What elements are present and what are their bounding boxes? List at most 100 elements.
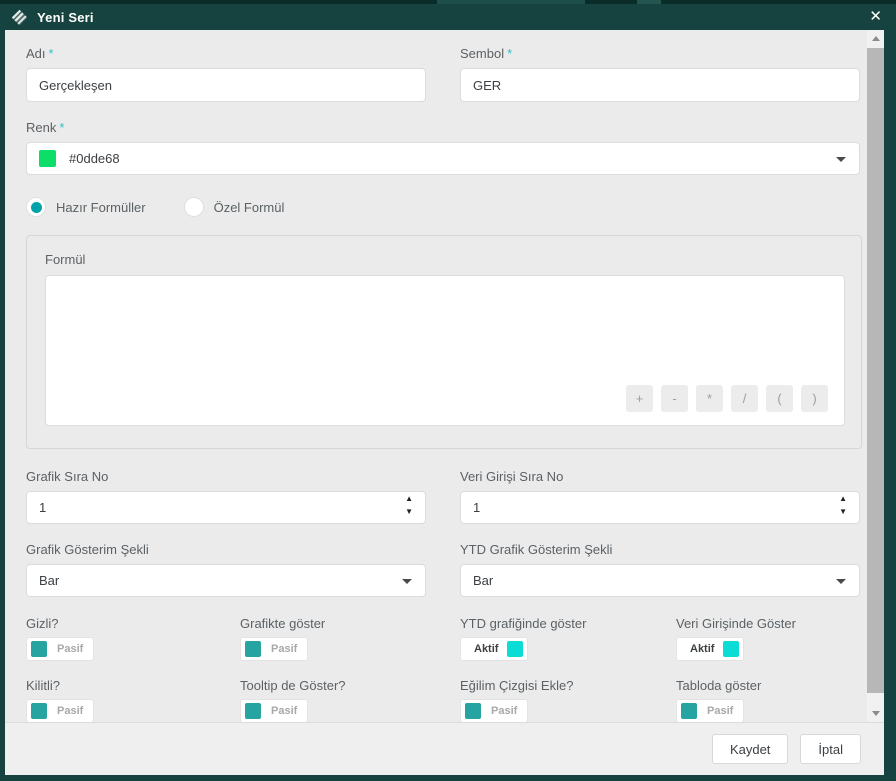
stepper-arrows: ▲ ▼	[839, 495, 847, 516]
radio-selected-icon[interactable]	[26, 197, 46, 217]
toggle-switch-veri-girisinde-goster[interactable]: Aktif	[676, 637, 744, 661]
cancel-button[interactable]: İptal	[800, 734, 861, 764]
scroll-down-icon	[871, 711, 880, 716]
toggles-row-2: Kilitli? Pasif Tooltip de Göster? Pasif …	[26, 678, 867, 722]
toggle-knob	[31, 703, 47, 719]
toggle-ytd-grafiginde-goster: YTD grafiğinde göster Aktif	[460, 616, 676, 661]
entry-order-label: Veri Girişi Sıra No	[460, 469, 564, 484]
chart-type-label: Grafik Gösterim Şekli	[26, 542, 149, 557]
toggle-knob	[465, 703, 481, 719]
chevron-down-icon	[836, 579, 846, 584]
toggle-knob	[31, 641, 47, 657]
operator-open-paren-button[interactable]: (	[766, 385, 793, 412]
toggle-label: Eğilim Çizgisi Ekle?	[460, 678, 574, 693]
chart-order-label: Grafik Sıra No	[26, 469, 109, 484]
toggles-row-1: Gizli? Pasif Grafikte göster Pasif YTD g…	[26, 616, 867, 661]
formula-textarea[interactable]: + - * / ( )	[45, 275, 845, 426]
toggle-state-text: Aktif	[474, 643, 499, 655]
background-page	[0, 0, 896, 4]
screen: Yeni Seri ✕ Adı * Gerçekleşen Sembol * GER…	[0, 0, 896, 781]
toggle-state-text: Pasif	[271, 705, 298, 717]
operator-minus-button[interactable]: -	[661, 385, 688, 412]
formula-mode-radios: Hazır Formüller Özel Formül	[26, 197, 867, 217]
toggle-knob	[245, 703, 261, 719]
entry-order-stepper[interactable]: 1 ▲ ▼	[460, 491, 860, 524]
stepper-down-icon[interactable]: ▼	[405, 508, 413, 516]
radio-ozel-formul[interactable]: Özel Formül	[183, 197, 285, 217]
chart-type-value: Bar	[39, 573, 60, 588]
scrollbar[interactable]	[867, 30, 884, 722]
toggle-switch-grafikte-goster[interactable]: Pasif	[240, 637, 308, 661]
modal-header: Yeni Seri ✕	[0, 4, 896, 30]
stepper-up-icon[interactable]: ▲	[405, 495, 413, 503]
color-label-text: Renk	[26, 120, 57, 135]
chevron-down-icon	[836, 157, 846, 162]
toggle-label: Kilitli?	[26, 678, 60, 693]
color-select-value: #0dde68	[69, 151, 120, 166]
radio-label: Özel Formül	[213, 199, 285, 215]
toggle-label: Tooltip de Göster?	[240, 678, 346, 693]
toggle-switch-tabloda-goster[interactable]: Pasif	[676, 699, 744, 722]
toggle-state-text: Pasif	[57, 705, 84, 717]
toggle-tooltip-de-goster: Tooltip de Göster? Pasif	[240, 678, 460, 722]
background-element	[437, 0, 585, 4]
operator-divide-button[interactable]: /	[731, 385, 758, 412]
symbol-label: Sembol *	[460, 46, 860, 61]
chart-type-select[interactable]: Bar	[26, 564, 426, 597]
chart-order-stepper[interactable]: 1 ▲ ▼	[26, 491, 426, 524]
scroll-up-button[interactable]	[867, 30, 884, 47]
close-icon[interactable]: ✕	[869, 9, 882, 25]
symbol-input[interactable]: GER	[460, 68, 860, 102]
operator-multiply-button[interactable]: *	[696, 385, 723, 412]
symbol-input-value: GER	[473, 77, 502, 93]
color-label: Renk *	[26, 120, 867, 135]
toggle-knob	[245, 641, 261, 657]
toggle-gizli: Gizli? Pasif	[26, 616, 240, 661]
modal-body: Adı * Gerçekleşen Sembol * GER Renk * #0dde…	[5, 30, 884, 722]
operator-plus-button[interactable]: +	[626, 385, 653, 412]
toggle-label: Grafikte göster	[240, 616, 326, 631]
toggle-grafikte-goster: Grafikte göster Pasif	[240, 616, 460, 661]
toggle-switch-gizli[interactable]: Pasif	[26, 637, 94, 661]
toggle-label: Veri Girişinde Göster	[676, 616, 796, 631]
modal-footer: Kaydet İptal	[5, 722, 884, 775]
toggle-knob	[507, 641, 523, 657]
chart-type-row: Grafik Gösterim Şekli Bar YTD Grafik Gös…	[26, 542, 867, 597]
toggle-tabloda-goster: Tabloda göster Pasif	[676, 678, 867, 722]
stepper-up-icon[interactable]: ▲	[839, 495, 847, 503]
order-row: Grafik Sıra No 1 ▲ ▼ Veri Girişi Sıra No…	[26, 469, 867, 524]
required-asterisk: *	[59, 120, 65, 135]
toggle-kilitli: Kilitli? Pasif	[26, 678, 240, 722]
series-diamond-icon	[11, 9, 28, 25]
formula-label: Formül	[45, 252, 86, 267]
name-symbol-row: Adı * Gerçekleşen Sembol * GER	[26, 46, 867, 102]
stepper-down-icon[interactable]: ▼	[839, 508, 847, 516]
toggle-switch-ytd-grafiginde-goster[interactable]: Aktif	[460, 637, 528, 661]
toggle-switch-kilitli[interactable]: Pasif	[26, 699, 94, 722]
toggle-state-text: Pasif	[491, 705, 518, 717]
form-content: Adı * Gerçekleşen Sembol * GER Renk * #0dde…	[5, 30, 867, 722]
scroll-down-button[interactable]	[867, 705, 884, 722]
ytd-chart-type-label: YTD Grafik Gösterim Şekli	[460, 542, 613, 557]
ytd-chart-type-value: Bar	[473, 573, 494, 588]
chart-order-value: 1	[39, 500, 47, 515]
radio-hazir-formuller[interactable]: Hazır Formüller	[26, 197, 146, 217]
name-input[interactable]: Gerçekleşen	[26, 68, 426, 102]
entry-order-value: 1	[473, 500, 481, 515]
toggle-label: Gizli?	[26, 616, 59, 631]
toggle-state-text: Aktif	[690, 643, 715, 655]
toggle-egilim-cizgisi-ekle: Eğilim Çizgisi Ekle? Pasif	[460, 678, 676, 722]
stepper-arrows: ▲ ▼	[405, 495, 413, 516]
radio-unselected-icon[interactable]	[183, 197, 204, 217]
scrollbar-thumb[interactable]	[867, 48, 884, 693]
ytd-chart-type-select[interactable]: Bar	[460, 564, 860, 597]
toggle-switch-egilim-cizgisi-ekle[interactable]: Pasif	[460, 699, 528, 722]
save-button[interactable]: Kaydet	[711, 734, 789, 764]
toggle-switch-tooltip-de-goster[interactable]: Pasif	[240, 699, 308, 722]
toggle-knob	[681, 703, 697, 719]
scroll-up-icon	[871, 36, 880, 41]
modal-title: Yeni Seri	[37, 9, 94, 25]
radio-label: Hazır Formüller	[56, 199, 146, 215]
color-select[interactable]: #0dde68	[26, 142, 860, 175]
operator-close-paren-button[interactable]: )	[801, 385, 828, 412]
